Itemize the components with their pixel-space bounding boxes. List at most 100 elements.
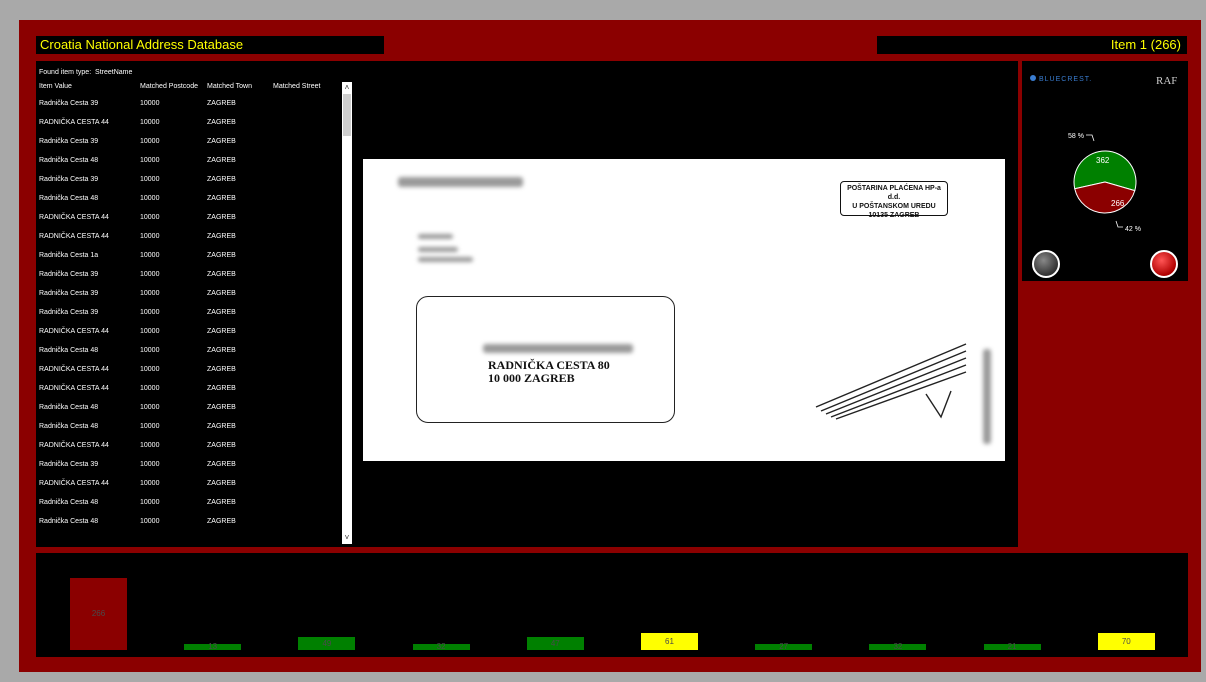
town-cell: ZAGREB xyxy=(207,233,236,240)
item-value-cell: RADNIČKA CESTA 44 xyxy=(39,328,109,335)
gray-circle-icon[interactable] xyxy=(1032,250,1060,278)
town-cell: ZAGREB xyxy=(207,100,236,107)
blurred-recipient xyxy=(483,344,633,353)
list-item[interactable]: RADNIČKA CESTA 44 10000 ZAGREB xyxy=(36,327,341,346)
bar: 61 xyxy=(641,633,698,650)
list-scrollbar[interactable]: ˄ ˅ xyxy=(342,82,352,544)
item-value-cell: Radnička Cesta 39 xyxy=(39,309,99,316)
column-header-item-value[interactable]: Item Value xyxy=(39,83,72,90)
chevron-up-icon[interactable]: ˄ xyxy=(343,84,351,92)
blurred-text xyxy=(418,247,458,252)
list-item[interactable]: Radnička Cesta 39 10000 ZAGREB xyxy=(36,270,341,289)
list-item[interactable]: Radnička Cesta 48 10000 ZAGREB xyxy=(36,156,341,175)
town-cell: ZAGREB xyxy=(207,290,236,297)
bar: 49 xyxy=(298,637,356,650)
blurred-sender xyxy=(398,177,523,187)
town-cell: ZAGREB xyxy=(207,385,236,392)
scroll-thumb[interactable] xyxy=(343,94,351,136)
logo-panel: BLUECREST. RAF 362 266 58 % 42 % xyxy=(1022,61,1188,281)
postcode-cell: 10000 xyxy=(140,423,160,430)
stamp-line: U POŠTANSKOM UREDU xyxy=(852,203,936,210)
postcode-cell: 10000 xyxy=(140,214,160,221)
list-item[interactable]: Radnička Cesta 39 10000 ZAGREB xyxy=(36,137,341,156)
list-item[interactable]: Radnička Cesta 39 10000 ZAGREB xyxy=(36,289,341,308)
column-header-matched-town[interactable]: Matched Town xyxy=(207,83,252,90)
postcode-cell: 10000 xyxy=(140,499,160,506)
postcode-cell: 10000 xyxy=(140,138,160,145)
list-item[interactable]: Radnička Cesta 48 10000 ZAGREB xyxy=(36,194,341,213)
item-value-cell: RADNIČKA CESTA 44 xyxy=(39,442,109,449)
stamp-line: 10135 ZAGREB xyxy=(868,212,920,219)
town-cell: ZAGREB xyxy=(207,423,236,430)
list-item[interactable]: RADNIČKA CESTA 44 10000 ZAGREB xyxy=(36,384,341,403)
item-value-cell: Radnička Cesta 48 xyxy=(39,423,99,430)
item-value-cell: RADNIČKA CESTA 44 xyxy=(39,119,109,126)
list-item[interactable]: Radnička Cesta 48 10000 ZAGREB xyxy=(36,498,341,517)
item-value-cell: RADNIČKA CESTA 44 xyxy=(39,366,109,373)
list-item[interactable]: Radnička Cesta 39 10000 ZAGREB xyxy=(36,460,341,479)
item-value-cell: Radnička Cesta 39 xyxy=(39,138,99,145)
pie-green-pct: 58 % xyxy=(1068,133,1084,140)
town-cell: ZAGREB xyxy=(207,214,236,221)
postcode-cell: 10000 xyxy=(140,119,160,126)
town-cell: ZAGREB xyxy=(207,442,236,449)
envelope-image: POŠTARINA PLAĆENA HP-a d.d. U POŠTANSKOM… xyxy=(363,159,1005,461)
list-item[interactable]: Radnička Cesta 48 10000 ZAGREB xyxy=(36,346,341,365)
item-value-cell: Radnička Cesta 48 xyxy=(39,499,99,506)
postcode-cell: 10000 xyxy=(140,195,160,202)
postcode-cell: 10000 xyxy=(140,366,160,373)
item-value-cell: Radnička Cesta 48 xyxy=(39,404,99,411)
chevron-down-icon[interactable]: ˅ xyxy=(343,534,351,542)
list-item[interactable]: Radnička Cesta 48 10000 ZAGREB xyxy=(36,517,341,536)
town-cell: ZAGREB xyxy=(207,518,236,525)
postcode-cell: 10000 xyxy=(140,233,160,240)
bar-label: 13 xyxy=(208,642,218,651)
town-cell: ZAGREB xyxy=(207,404,236,411)
blurred-text xyxy=(418,257,473,262)
list-item[interactable]: Radnička Cesta 39 10000 ZAGREB xyxy=(36,99,341,118)
bar: 32 xyxy=(869,643,927,651)
postcode-cell: 10000 xyxy=(140,385,160,392)
column-header-matched-postcode[interactable]: Matched Postcode xyxy=(140,83,198,90)
list-item[interactable]: RADNIČKA CESTA 44 10000 ZAGREB xyxy=(36,441,341,460)
list-item[interactable]: RADNIČKA CESTA 44 10000 ZAGREB xyxy=(36,365,341,384)
list-item[interactable]: RADNIČKA CESTA 44 10000 ZAGREB xyxy=(36,479,341,498)
item-value-cell: Radnička Cesta 48 xyxy=(39,157,99,164)
postcode-cell: 10000 xyxy=(140,271,160,278)
postcode-cell: 10000 xyxy=(140,328,160,335)
bar-label: 21 xyxy=(1007,642,1017,651)
postcode-cell: 10000 xyxy=(140,347,160,354)
item-value-cell: Radnička Cesta 48 xyxy=(39,195,99,202)
results-list: Radnička Cesta 39 10000 ZAGREB RADNIČKA CES… xyxy=(36,99,341,536)
blurred-text xyxy=(418,234,453,239)
item-value-cell: Radnička Cesta 39 xyxy=(39,271,99,278)
bar-label: 32 xyxy=(436,642,446,651)
list-item[interactable]: RADNIČKA CESTA 44 10000 ZAGREB xyxy=(36,213,341,232)
town-cell: ZAGREB xyxy=(207,480,236,487)
list-item[interactable]: RADNIČKA CESTA 44 10000 ZAGREB xyxy=(36,232,341,251)
bar-label: 47 xyxy=(550,639,560,648)
bar-label: 70 xyxy=(1121,637,1131,646)
list-item[interactable]: Radnička Cesta 39 10000 ZAGREB xyxy=(36,308,341,327)
list-item[interactable]: Radnička Cesta 1a 10000 ZAGREB xyxy=(36,251,341,270)
list-item[interactable]: Radnička Cesta 39 10000 ZAGREB xyxy=(36,175,341,194)
red-circle-icon[interactable] xyxy=(1150,250,1178,278)
bar: 266 xyxy=(70,578,127,650)
postcode-cell: 10000 xyxy=(140,461,160,468)
column-header-matched-street[interactable]: Matched Street xyxy=(273,83,320,90)
bar: 32 xyxy=(412,642,470,651)
item-value-cell: Radnička Cesta 39 xyxy=(39,100,99,107)
postcode-cell: 10000 xyxy=(140,404,160,411)
address-line-2: 10 000 ZAGREB xyxy=(488,371,575,385)
item-value-cell: RADNIČKA CESTA 44 xyxy=(39,385,109,392)
list-item[interactable]: RADNIČKA CESTA 44 10000 ZAGREB xyxy=(36,118,341,137)
town-cell: ZAGREB xyxy=(207,328,236,335)
pie-red-value: 266 xyxy=(1111,199,1125,208)
town-cell: ZAGREB xyxy=(207,157,236,164)
blurred-side-text xyxy=(983,349,991,444)
postcode-cell: 10000 xyxy=(140,480,160,487)
list-item[interactable]: Radnička Cesta 48 10000 ZAGREB xyxy=(36,422,341,441)
posthorn-mark xyxy=(815,343,967,420)
item-value-cell: Radnička Cesta 39 xyxy=(39,290,99,297)
list-item[interactable]: Radnička Cesta 48 10000 ZAGREB xyxy=(36,403,341,422)
